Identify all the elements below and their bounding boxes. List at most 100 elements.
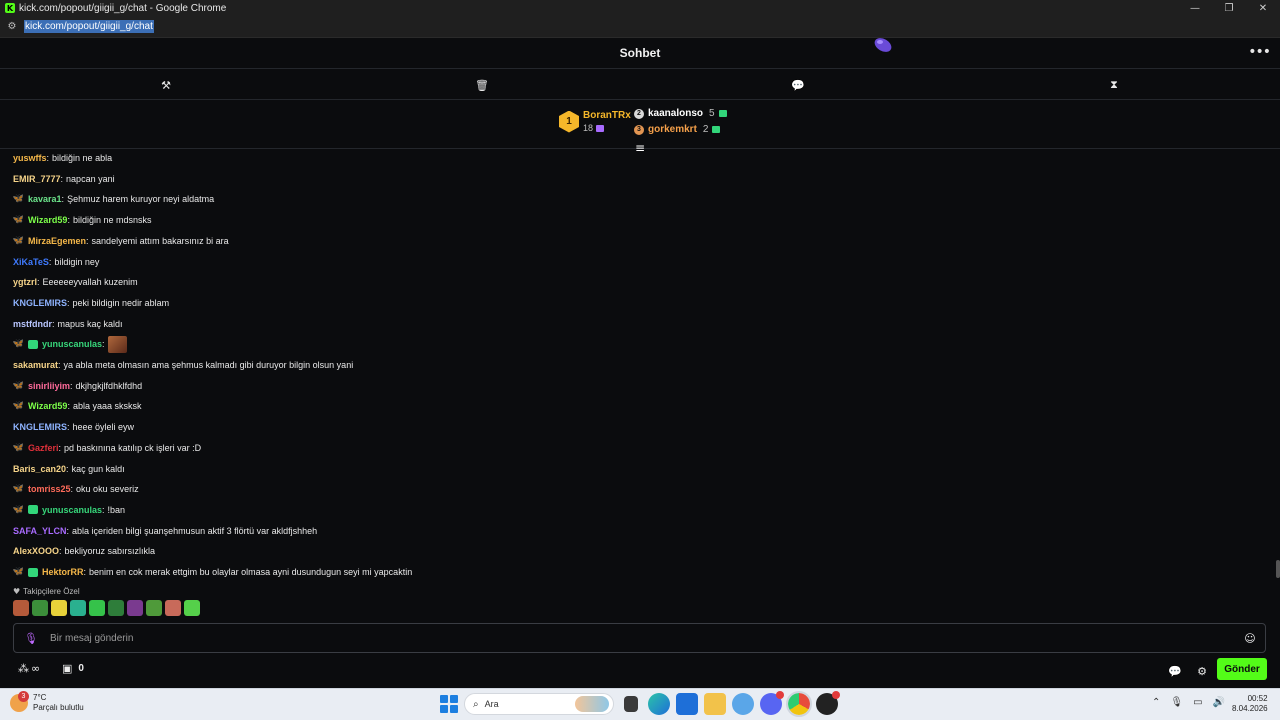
chat-message: Baris_can20: kaç gun kaldı	[13, 461, 125, 477]
message-text: peki bildigin nedir ablam	[72, 297, 170, 308]
message-username[interactable]: tomriss25	[28, 484, 71, 494]
emote-icon[interactable]	[165, 600, 181, 616]
windows-taskbar: 3 7°C Parçalı bulutlu ⌕ Ara ⌃ 🎙 ▭ 🔊 00:5…	[0, 688, 1280, 720]
message-separator: :	[70, 484, 74, 495]
chat-message: yuswffs: bildiğin ne abla	[13, 150, 112, 166]
message-username[interactable]: yuswffs	[13, 153, 47, 163]
subscriber-badge-icon: 🦋	[13, 235, 25, 246]
message-username[interactable]: Wizard59	[28, 215, 67, 225]
site-settings-icon[interactable]: ⚙	[6, 21, 18, 33]
emoji-icon[interactable]: ☺	[1244, 632, 1256, 645]
microphone-tray-icon[interactable]: 🎙	[1170, 697, 1183, 708]
shop-count: 0	[78, 663, 84, 674]
taskbar-search[interactable]: ⌕ Ara	[464, 693, 614, 715]
emote-icon[interactable]	[13, 600, 29, 616]
leaderboard-row[interactable]: 3 gorkemkrt 2	[634, 124, 727, 135]
emote-icon[interactable]	[51, 600, 67, 616]
discord-icon[interactable]	[760, 691, 784, 715]
app-icon[interactable]	[816, 691, 840, 715]
microphone-icon[interactable]: 🎙	[24, 631, 38, 645]
message-input[interactable]	[50, 632, 1210, 644]
chat-message: 🦋 kavara1: Şehmuz harem kuruyor neyi aldat…	[13, 191, 214, 207]
windows-start-icon[interactable]	[440, 695, 458, 713]
emote-bar: ♥ Takipçilere Özel	[13, 587, 200, 616]
search-icon: ⌕	[473, 698, 479, 710]
subscriber-badge-icon: 🦋	[13, 401, 25, 412]
message-username[interactable]: kavara1	[28, 194, 62, 204]
leaderboard-name: kaanalonso	[648, 108, 704, 119]
emote-icon[interactable]	[89, 600, 105, 616]
search-highlight-icon	[575, 696, 609, 712]
network-icon[interactable]: ▭	[1193, 697, 1202, 708]
gifter-badge-icon	[28, 505, 38, 515]
message-username[interactable]: KNGLEMIRS	[13, 422, 67, 432]
emote-image[interactable]	[107, 335, 127, 353]
message-username[interactable]: Baris_can20	[13, 464, 66, 474]
restore-icon[interactable]: ❐	[1212, 0, 1246, 16]
emote-icon[interactable]	[127, 600, 143, 616]
trash-icon[interactable]: 🗑	[474, 77, 490, 93]
weather-widget[interactable]: 3 7°C Parçalı bulutlu	[10, 691, 84, 713]
emote-icon[interactable]	[146, 600, 162, 616]
store-app-icon[interactable]	[676, 693, 698, 715]
settings-app-icon[interactable]	[732, 693, 754, 715]
leaderboard-row[interactable]: 2 kaanalonso 5	[634, 108, 727, 119]
message-username[interactable]: KNGLEMIRS	[13, 298, 67, 308]
message-username[interactable]: yunuscanulas	[42, 339, 102, 349]
message-username[interactable]: AlexXOOO	[13, 546, 59, 556]
message-username[interactable]: mstfdndr	[13, 319, 52, 329]
message-username[interactable]: sakamurat	[13, 360, 58, 370]
chat-settings-bubble-icon[interactable]: 💬	[1168, 664, 1182, 678]
temperature: 7°C	[33, 693, 47, 702]
chat-messages: yuswffs: bildiğin ne abla EMIR_7777: napcan…	[13, 150, 1263, 580]
system-clock[interactable]: 00:52 8.04.2026	[1232, 694, 1268, 714]
message-username[interactable]: ygtzrl	[13, 277, 37, 287]
message-text: Şehmuz harem kuruyor neyi aldatma	[67, 194, 215, 205]
emote-icon[interactable]	[108, 600, 124, 616]
edge-browser-icon[interactable]	[648, 693, 670, 715]
chat-message: XiKaTeS: bildigin ney	[13, 254, 99, 270]
chat-message: 🦋 Gazferi: pd baskınına katılıp ck işleri …	[13, 440, 201, 456]
chat-bubble-icon[interactable]: 💬	[790, 77, 806, 93]
gifter-badge-icon	[28, 339, 38, 349]
url-field[interactable]: kick.com/popout/giigii_g/chat	[24, 20, 154, 33]
weather-icon: 3	[10, 691, 29, 712]
shop-button[interactable]: ▣ 0	[62, 662, 84, 675]
gift-icon	[712, 126, 721, 133]
chevron-up-icon[interactable]: ⌃	[1152, 697, 1160, 708]
chat-message: AlexXOOO: bekliyoruz sabırsızlıkla	[13, 543, 155, 559]
message-username[interactable]: HektorRR	[42, 567, 84, 577]
chat-message: KNGLEMIRS: peki bildigin nedir ablam	[13, 295, 169, 311]
send-button[interactable]: Gönder	[1217, 658, 1267, 680]
message-separator: :	[46, 153, 50, 163]
emote-icon[interactable]	[32, 600, 48, 616]
gear-icon[interactable]: ⚙	[1195, 664, 1209, 678]
message-text: dkjhgkjlfdhklfdhd	[75, 380, 143, 391]
message-username[interactable]: sinirliiyim	[28, 381, 70, 391]
leaderboard-first[interactable]: 1 BoranTRx 18	[559, 110, 631, 133]
message-username[interactable]: EMIR_7777	[13, 174, 61, 184]
chrome-icon[interactable]	[786, 691, 812, 717]
emote-icon[interactable]	[184, 600, 200, 616]
message-username[interactable]: yunuscanulas	[42, 505, 102, 515]
message-username[interactable]: SAFA_YLCN	[13, 526, 67, 536]
message-username[interactable]: Gazferi	[28, 443, 59, 453]
chat-message: 🦋 yunuscanulas: !ban	[13, 502, 125, 518]
file-explorer-icon[interactable]	[704, 693, 726, 715]
volume-icon[interactable]: 🔊	[1213, 697, 1225, 708]
close-icon[interactable]: ✕	[1246, 0, 1280, 16]
more-options-icon[interactable]: •••	[1248, 44, 1271, 60]
minimize-icon[interactable]: —	[1178, 0, 1212, 16]
emote-icon[interactable]	[70, 600, 86, 616]
scrollbar[interactable]	[1276, 560, 1280, 578]
channel-points[interactable]: ⁂ ∞	[18, 662, 40, 675]
message-username[interactable]: XiKaTeS	[13, 257, 49, 267]
task-view-icon[interactable]	[624, 696, 638, 712]
leaderboard-first-count: 18	[583, 123, 631, 133]
subscriber-badge-icon: 🦋	[13, 380, 25, 391]
message-username[interactable]: MirzaEgemen	[28, 236, 86, 246]
hammer-icon[interactable]: ⚒	[158, 77, 174, 93]
subscriber-badge-icon: 🦋	[13, 194, 25, 205]
message-username[interactable]: Wizard59	[28, 401, 67, 411]
hourglass-icon[interactable]: ⧗	[1106, 77, 1122, 93]
